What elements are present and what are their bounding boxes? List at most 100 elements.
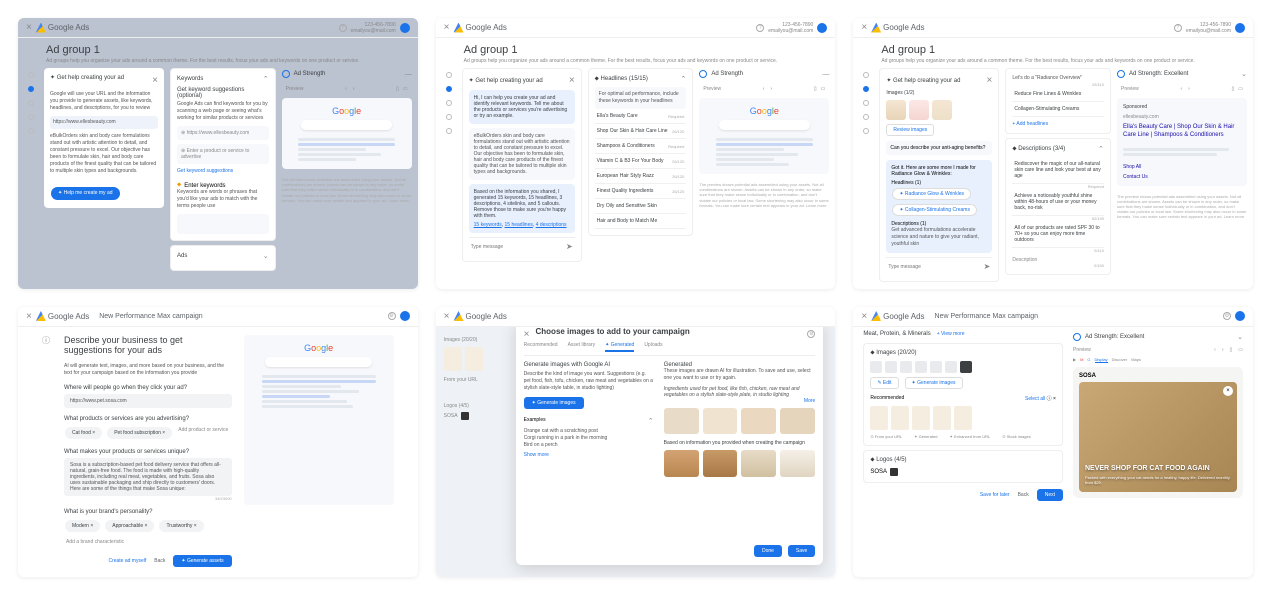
help-creating-ad-panel: ✦ Get help creating your ad× Google will… [44,68,164,208]
cat-image[interactable] [664,450,699,477]
cat-image[interactable] [741,450,776,477]
tab-library[interactable]: Asset library [568,342,596,352]
close-icon[interactable]: × [26,22,32,33]
headline-item[interactable]: Finest Quality Ingredients26/120 [595,184,687,199]
send-icon[interactable]: ➤ [566,242,573,251]
help-icon[interactable]: ? [756,24,764,32]
headline-item[interactable]: Shampoos & ConditionersRequired [595,139,687,154]
rec-image[interactable] [870,406,888,430]
cat-image[interactable] [703,450,738,477]
gen-image[interactable] [780,408,815,435]
close-ad-icon[interactable]: × [1223,386,1233,396]
headlines-list: Ella's Beauty CareRequired Shop Our Skin… [595,109,687,229]
panel-5-image-picker: ×Google Ads Images (20/20) From your URL… [436,307,836,578]
panel-6-pmax-preview: ×Google AdsNew Performance Max campaign⚙… [853,307,1253,578]
mobile-icon[interactable]: ▯ [396,86,399,92]
panel-2-headlines: × Google Ads ?123-456-7890emailyou@mail.… [436,18,836,289]
unique-answer[interactable]: Sosa is a subscription-based pet food de… [64,458,232,496]
review-images-button[interactable]: Review images [886,124,934,136]
edit-button[interactable]: ✎ Edit [870,377,898,389]
chip-catfood[interactable]: Cat food × [65,427,102,439]
add-headlines-link[interactable]: + Add headlines [1012,121,1048,127]
close-icon[interactable]: × [861,311,867,322]
headline-item[interactable]: Ella's Beauty CareRequired [595,109,687,124]
tab-display[interactable]: Display [1095,357,1108,363]
question-url: Where will people go when they click you… [64,385,232,408]
page-heading: Describe your business to get suggestion… [64,335,232,355]
help-create-ad-button[interactable]: ✦ Help me create my ad [51,187,120,200]
gen-image[interactable] [703,408,738,435]
image-thumb[interactable] [870,361,882,373]
generate-images-button[interactable]: ✦ Generate images [524,397,584,409]
url-input[interactable]: ⊕ https://www.ellesbeauty.com [177,126,269,140]
images-section: ⬥ Images (20/20) ✎ Edit ✦ Generate image… [863,343,1063,446]
serp-preview: Google [282,98,412,169]
create-myself-button[interactable]: Create ad myself [108,558,146,564]
gen-image[interactable] [741,408,776,435]
avatar[interactable] [400,23,410,33]
google-ads-logo: Google Ads [36,23,89,33]
breadcrumb: New Performance Max campaign [99,313,203,320]
panel-3-descriptions: ×Google Ads?123-456-7890emailyou@mail.co… [853,18,1253,289]
ads-card[interactable]: Ads⌄ [170,245,276,271]
close-icon[interactable]: × [861,22,867,33]
cat-image[interactable] [780,450,815,477]
help-icon[interactable]: ? [339,24,347,32]
done-button[interactable]: Done [754,545,782,557]
image-picker-modal: ×Choose images to add to your campaign⚙ … [516,319,824,566]
assistant-msg: Hi, I can help you create your ad and id… [469,90,575,124]
back-button[interactable]: Back [154,558,165,564]
next-button[interactable]: Next [1037,489,1063,501]
chat-input[interactable]: ➤ [886,257,992,275]
send-icon[interactable]: ➤ [984,262,991,271]
prev-icon[interactable]: ‹ [345,86,347,92]
desktop-icon[interactable]: ▭ [403,86,408,92]
gen-image[interactable] [664,408,699,435]
chevron-up-icon[interactable]: ⌃ [680,75,686,83]
close-icon[interactable]: × [444,22,450,33]
keywords-textarea[interactable] [177,214,269,234]
url-field[interactable]: https://www.ellesbeauty.com [50,116,158,129]
avatar[interactable] [817,23,827,33]
info-icon[interactable]: ⓘ [42,336,50,345]
url-answer[interactable]: https://www.pet.sosa.com [64,394,232,408]
close-icon[interactable]: × [152,74,158,88]
save-later-button[interactable]: Save for later [980,489,1010,501]
generate-assets-button[interactable]: ✦ Generate assets [173,555,231,567]
chip-subscription[interactable]: Pet food subscription × [107,427,172,439]
tab-uploads[interactable]: Uploads [644,342,662,352]
generate-images-button[interactable]: ✦ Generate images [905,377,963,389]
chevron-down-icon: ⌄ [263,252,269,260]
headline-item[interactable]: Vitamin C & B3 For Your Body26/120 [595,154,687,169]
save-button[interactable]: Save [788,545,815,557]
headlines-card: ⬥ Headlines (15/15)⌃ For optimal ad perf… [588,68,694,236]
headline-item[interactable]: European Hair Styly Razz26/120 [595,169,687,184]
view-more-link[interactable]: + View more [937,331,965,337]
ad-strength-row: Ad Strength— [282,68,412,80]
chevron-up-icon[interactable]: ⌃ [263,75,269,83]
tab-recommended[interactable]: Recommended [524,342,558,352]
close-icon[interactable]: × [569,75,575,86]
disclaimer-text: The preview shows potential ads assemble… [282,177,412,203]
tabs: Recommended Asset library ✦ Generated Up… [524,342,816,356]
add-product-input[interactable]: Add product or service [176,425,230,441]
close-icon[interactable]: × [524,329,530,340]
back-button[interactable]: Back [1018,489,1029,501]
keywords-card: Keywords⌃ Get keyword suggestions (optio… [170,68,276,241]
product-input[interactable]: ⊕ Enter a product or service to advertis… [177,144,269,164]
next-icon[interactable]: › [353,86,355,92]
show-more-link[interactable]: Show more [524,452,654,458]
get-suggestions-link[interactable]: Get keyword suggestions [177,168,233,174]
tab-generated[interactable]: ✦ Generated [605,342,634,352]
chat-input[interactable]: ➤ [469,237,575,255]
headline-item[interactable]: Hair and Body to Match Me [595,214,687,229]
more-link[interactable]: More [804,398,815,404]
radiance-card: Let's do a "Radiance Overview" 25/110 Re… [1005,68,1111,134]
description-item[interactable]: Rediscover the magic of our all-natural … [1012,157,1104,184]
description-item[interactable]: All of our products are rated SPF 30 to … [1012,221,1104,248]
close-icon[interactable]: × [26,311,32,322]
description-item[interactable]: Achieve a noticeably youthful shine with… [1012,189,1104,216]
topbar: × Google Ads ? 123-456-7890emailyou@mail… [18,18,418,38]
headline-item[interactable]: Shop Our Skin & Hair Care Line26/120 [595,124,687,139]
headline-item[interactable]: Dry Oily and Sensitive Skin [595,199,687,214]
